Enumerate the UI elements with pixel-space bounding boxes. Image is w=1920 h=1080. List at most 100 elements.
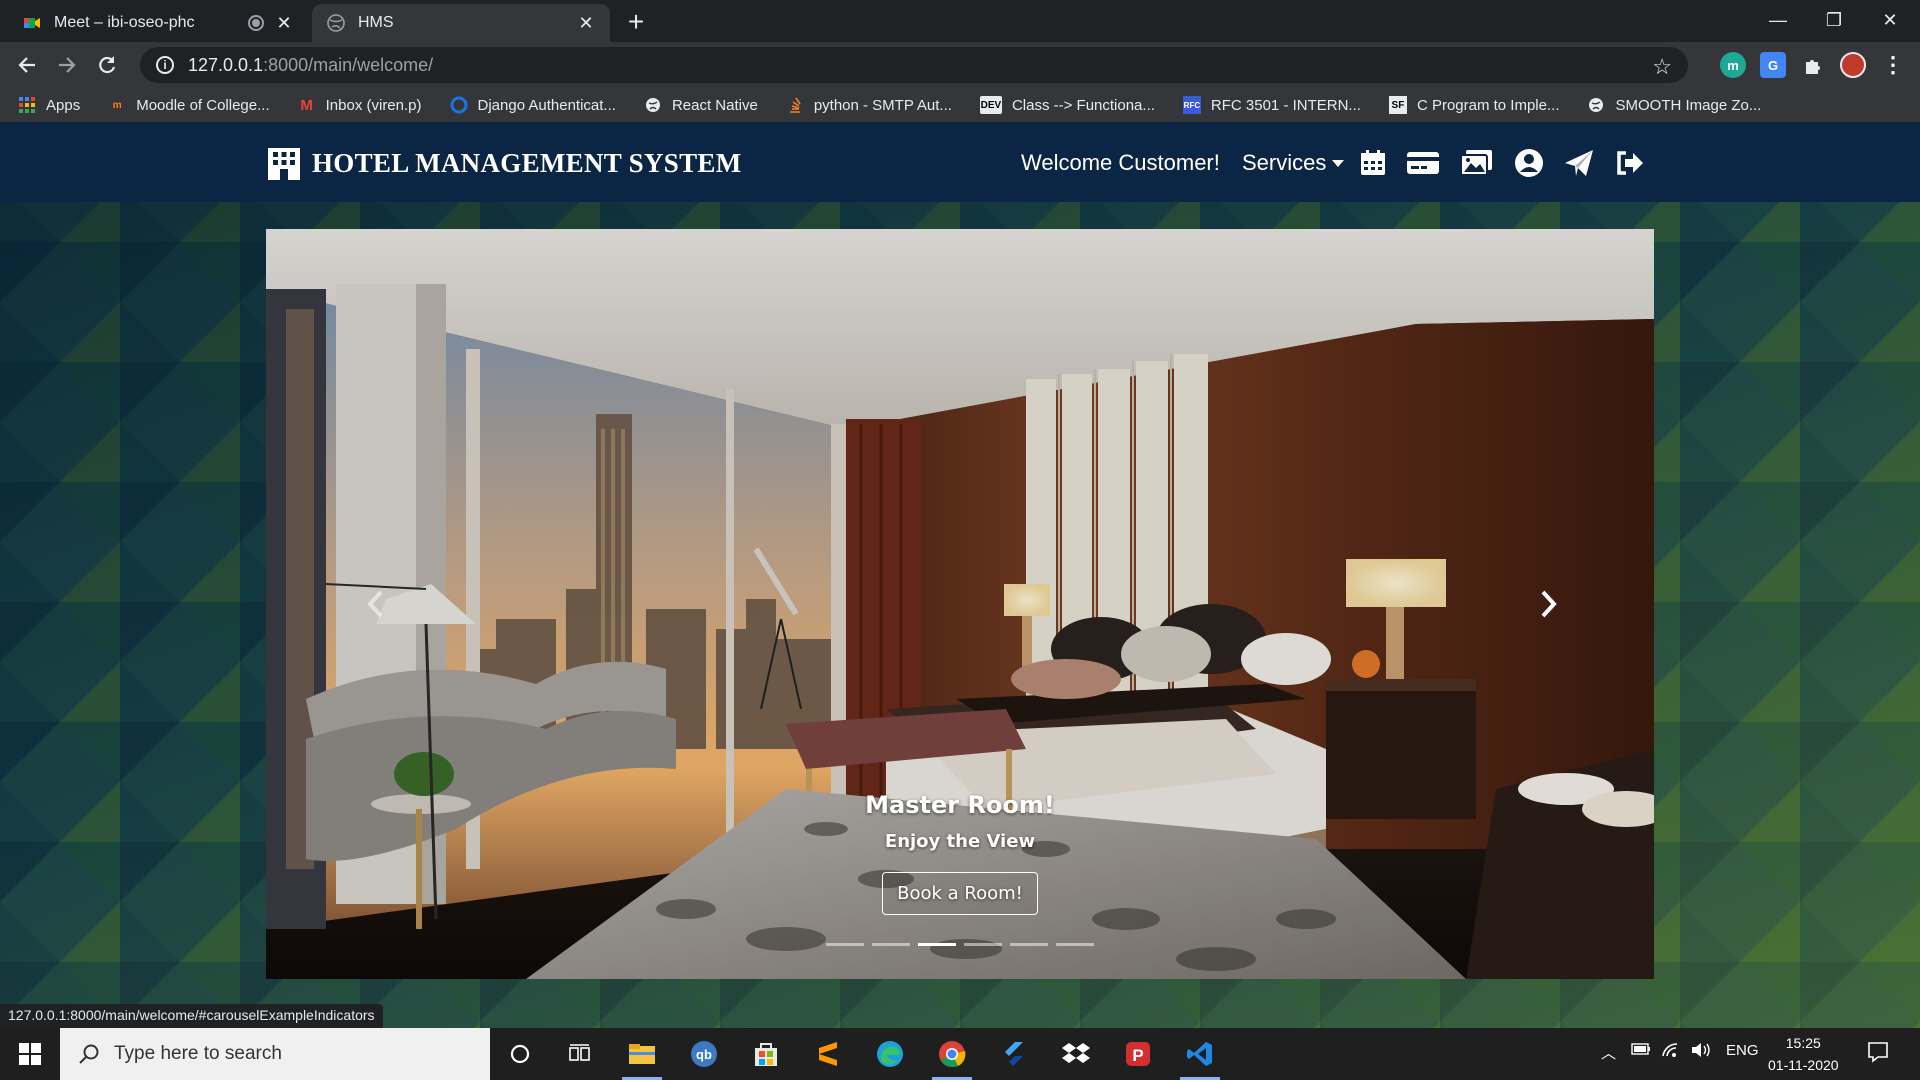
bookmark-gmail[interactable]: M Inbox (viren.p) [298,96,422,114]
bookmark-c-program[interactable]: SF C Program to Imple... [1388,96,1560,114]
bookmark-class-functional[interactable]: DEV Class --> Functiona... [979,96,1155,114]
flutter-icon[interactable] [988,1034,1040,1074]
credit-card-icon[interactable] [1406,146,1440,180]
vscode-icon[interactable] [1174,1034,1226,1080]
caption-subtitle: Enjoy the View [884,831,1036,852]
close-tab-icon[interactable]: ✕ [274,13,294,33]
tray-chevron-icon[interactable]: ︿ [1601,1042,1616,1063]
clock[interactable]: 15:25 01-11-2020 [1768,1032,1839,1076]
brand-title: HOTEL MANAGEMENT SYSTEM [312,147,742,178]
carousel-next-control[interactable] [1528,579,1568,629]
clock-date: 01-11-2020 [1768,1057,1839,1073]
extensions-puzzle-icon[interactable] [1800,52,1826,78]
services-dropdown[interactable]: Services [1242,150,1345,176]
globe-icon [1587,96,1605,114]
language-indicator[interactable]: ENG [1726,1042,1759,1059]
menu-kebab-icon[interactable]: ⋮ [1880,52,1906,78]
bookmark-moodle[interactable]: m Moodle of College... [108,96,270,114]
recording-icon [248,15,264,31]
dev-icon: DEV [979,96,1002,114]
page-viewport: HOTEL MANAGEMENT SYSTEM Welcome Customer… [0,122,1920,1028]
apps-grid-icon [18,96,36,114]
reload-icon[interactable] [90,48,124,82]
bookmark-rfc3501[interactable]: RFC RFC 3501 - INTERN... [1182,96,1361,114]
svg-text:P: P [1132,1046,1143,1065]
bookmark-star-icon[interactable]: ☆ [1652,54,1672,80]
store-icon[interactable] [740,1034,792,1074]
bookmark-label: React Native [671,96,758,114]
link-status-bubble: 127.0.0.1:8000/main/welcome/#carouselExa… [0,1004,383,1028]
hotel-building-icon [268,148,300,180]
bookmark-label: Apps [46,96,81,114]
gmail-icon: M [300,96,313,114]
bookmark-label: Moodle of College... [136,96,270,114]
brand-link[interactable]: HOTEL MANAGEMENT SYSTEM [266,146,741,180]
task-view-icon[interactable] [554,1034,606,1074]
address-bar[interactable]: i 127.0.0.1:8000/main/welcome/ ☆ [140,47,1688,83]
sublime-text-icon[interactable] [802,1034,854,1074]
search-icon [79,1044,99,1064]
site-info-icon[interactable]: i [156,56,174,74]
cortana-icon[interactable] [494,1034,546,1074]
back-icon[interactable] [10,48,44,82]
carousel-indicator[interactable] [1010,943,1048,946]
carousel-indicators [266,943,1654,946]
globe-icon [327,14,345,32]
start-button[interactable] [0,1028,60,1080]
carousel-indicator-active[interactable] [918,943,956,946]
file-explorer-icon[interactable] [616,1034,668,1080]
windows-taskbar: Type here to search qb P ︿ ENG 15:25 01-… [0,1028,1920,1080]
calendar-icon[interactable] [1356,146,1390,180]
bookmark-label: Inbox (viren.p) [325,96,422,114]
book-room-button[interactable]: Book a Room! [882,872,1038,915]
bookmark-smooth-image[interactable]: SMOOTH Image Zo... [1587,96,1761,114]
carousel-indicator[interactable] [964,943,1002,946]
taskbar-search[interactable]: Type here to search [60,1028,490,1080]
tab-title: Meet – ibi-oseo-phc [54,14,195,31]
dropbox-icon[interactable] [1050,1034,1102,1074]
images-icon[interactable] [1460,146,1494,180]
carousel-prev-control[interactable] [356,579,396,629]
carousel-indicator[interactable] [872,943,910,946]
notifications-icon[interactable] [1866,1040,1890,1068]
qbittorrent-icon[interactable]: qb [678,1034,730,1074]
url-host: 127.0.0.1 [188,54,264,75]
forward-icon[interactable] [50,48,84,82]
new-tab-button[interactable]: + [620,6,652,38]
caret-down-icon [1332,159,1345,167]
paper-plane-icon[interactable] [1562,146,1596,180]
chrome-icon[interactable] [926,1034,978,1080]
tab-title: HMS [358,14,394,31]
tab-hms[interactable]: HMS ✕ [312,4,610,42]
globe-icon [644,96,662,114]
bookmark-django[interactable]: Django Authenticat... [450,96,616,114]
restore-icon[interactable]: ❐ [1806,0,1862,40]
bookmark-apps[interactable]: Apps [18,96,80,114]
tab-strip: Meet – ibi-oseo-phc ✕ HMS ✕ + — ❐ ✕ [0,0,1920,42]
bookmark-python-smtp[interactable]: python - SMTP Aut... [786,96,952,114]
carousel-caption: Master Room! Enjoy the View Book a Room! [266,791,1654,915]
profile-avatar[interactable] [1840,52,1866,78]
wifi-icon[interactable] [1661,1042,1681,1062]
sign-out-icon[interactable] [1612,146,1646,180]
user-circle-icon[interactable] [1512,146,1546,180]
caption-title: Master Room! [865,791,1055,819]
bookmark-label: RFC 3501 - INTERN... [1210,96,1361,114]
edge-icon[interactable] [864,1034,916,1074]
carousel-indicator[interactable] [826,943,864,946]
translate-icon[interactable]: G [1760,52,1786,78]
volume-icon[interactable] [1690,1042,1712,1062]
extension-m-icon[interactable]: m [1720,52,1746,78]
clock-time: 15:25 [1785,1035,1821,1051]
pdf-app-icon[interactable]: P [1112,1034,1164,1074]
tab-meet[interactable]: Meet – ibi-oseo-phc ✕ [8,4,308,42]
close-window-icon[interactable]: ✕ [1862,0,1918,40]
carousel-indicator[interactable] [1056,943,1094,946]
close-tab-icon[interactable]: ✕ [576,13,596,33]
minimize-icon[interactable]: — [1750,0,1806,40]
bookmark-react-native[interactable]: React Native [644,96,758,114]
bookmark-label: C Program to Imple... [1416,96,1560,114]
battery-icon[interactable] [1631,1042,1651,1060]
bookmark-label: Django Authenticat... [477,96,616,114]
google-meet-icon [24,18,40,28]
